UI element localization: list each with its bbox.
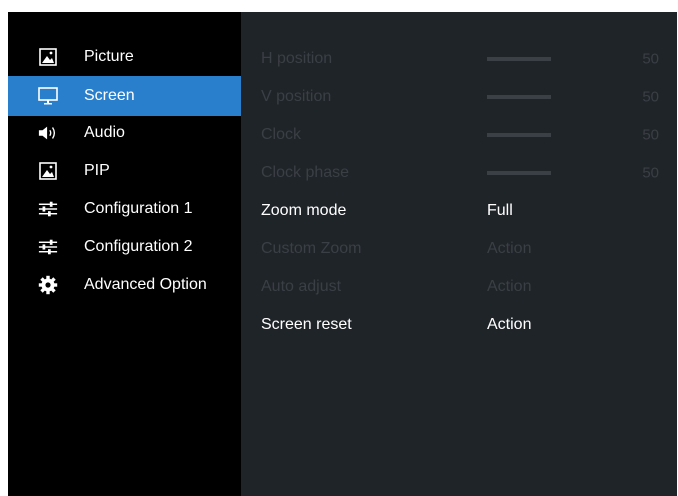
zoom-mode-row[interactable]: Zoom mode Full: [241, 192, 677, 230]
clock-phase-row: Clock phase 50: [241, 154, 677, 192]
sidebar-item-label: PIP: [84, 162, 110, 179]
monitor-icon: [38, 86, 58, 106]
v-position-slider: [487, 95, 551, 99]
sliders-icon: [38, 199, 58, 219]
sidebar-item-configuration-1[interactable]: Configuration 1: [8, 190, 241, 228]
auto-adjust-label: Auto adjust: [261, 278, 342, 295]
gear-icon: [38, 275, 58, 295]
v-position-row: V position 50: [241, 78, 677, 116]
sidebar-item-label: Advanced Option: [84, 276, 207, 293]
speaker-icon: [38, 123, 58, 143]
osd-menu: Picture Screen Audio PIP Configuration 1…: [8, 12, 677, 496]
pip-icon: [38, 161, 58, 181]
screen-reset-row[interactable]: Screen reset Action: [241, 306, 677, 344]
zoom-mode-value[interactable]: Full: [487, 202, 513, 220]
sidebar-item-label: Screen: [84, 87, 135, 104]
h-position-value: 50: [642, 50, 659, 68]
zoom-mode-label: Zoom mode: [261, 202, 347, 219]
clock-phase-slider: [487, 171, 551, 175]
h-position-slider: [487, 57, 551, 61]
sidebar-item-audio[interactable]: Audio: [8, 114, 241, 152]
sidebar-item-label: Audio: [84, 124, 125, 141]
custom-zoom-label: Custom Zoom: [261, 240, 362, 257]
sliders-icon: [38, 237, 58, 257]
sidebar-item-label: Configuration 2: [84, 238, 193, 255]
h-position-label: H position: [261, 50, 333, 67]
clock-label: Clock: [261, 126, 302, 143]
auto-adjust-row: Auto adjust Action: [241, 268, 677, 306]
v-position-label: V position: [261, 88, 332, 105]
screen-settings-panel: H position 50 V position 50 Clock 50 Clo…: [241, 12, 677, 496]
screen-reset-action[interactable]: Action: [487, 316, 531, 334]
sidebar-item-screen[interactable]: Screen: [8, 76, 241, 116]
sidebar: Picture Screen Audio PIP Configuration 1…: [8, 12, 241, 496]
custom-zoom-action: Action: [487, 240, 532, 257]
v-position-value: 50: [642, 88, 659, 106]
clock-value: 50: [642, 126, 659, 144]
picture-icon: [38, 47, 58, 67]
sidebar-item-label: Configuration 1: [84, 200, 193, 217]
sidebar-item-label: Picture: [84, 48, 134, 65]
sidebar-item-configuration-2[interactable]: Configuration 2: [8, 228, 241, 266]
clock-row: Clock 50: [241, 116, 677, 154]
clock-phase-value: 50: [642, 164, 659, 182]
screen-reset-label: Screen reset: [261, 316, 352, 333]
auto-adjust-action: Action: [487, 278, 532, 295]
custom-zoom-row: Custom Zoom Action: [241, 230, 677, 268]
sidebar-item-picture[interactable]: Picture: [8, 38, 241, 76]
h-position-row: H position 50: [241, 40, 677, 78]
clock-slider: [487, 133, 551, 137]
sidebar-item-advanced-option[interactable]: Advanced Option: [8, 266, 241, 304]
clock-phase-label: Clock phase: [261, 164, 350, 181]
sidebar-item-pip[interactable]: PIP: [8, 152, 241, 190]
